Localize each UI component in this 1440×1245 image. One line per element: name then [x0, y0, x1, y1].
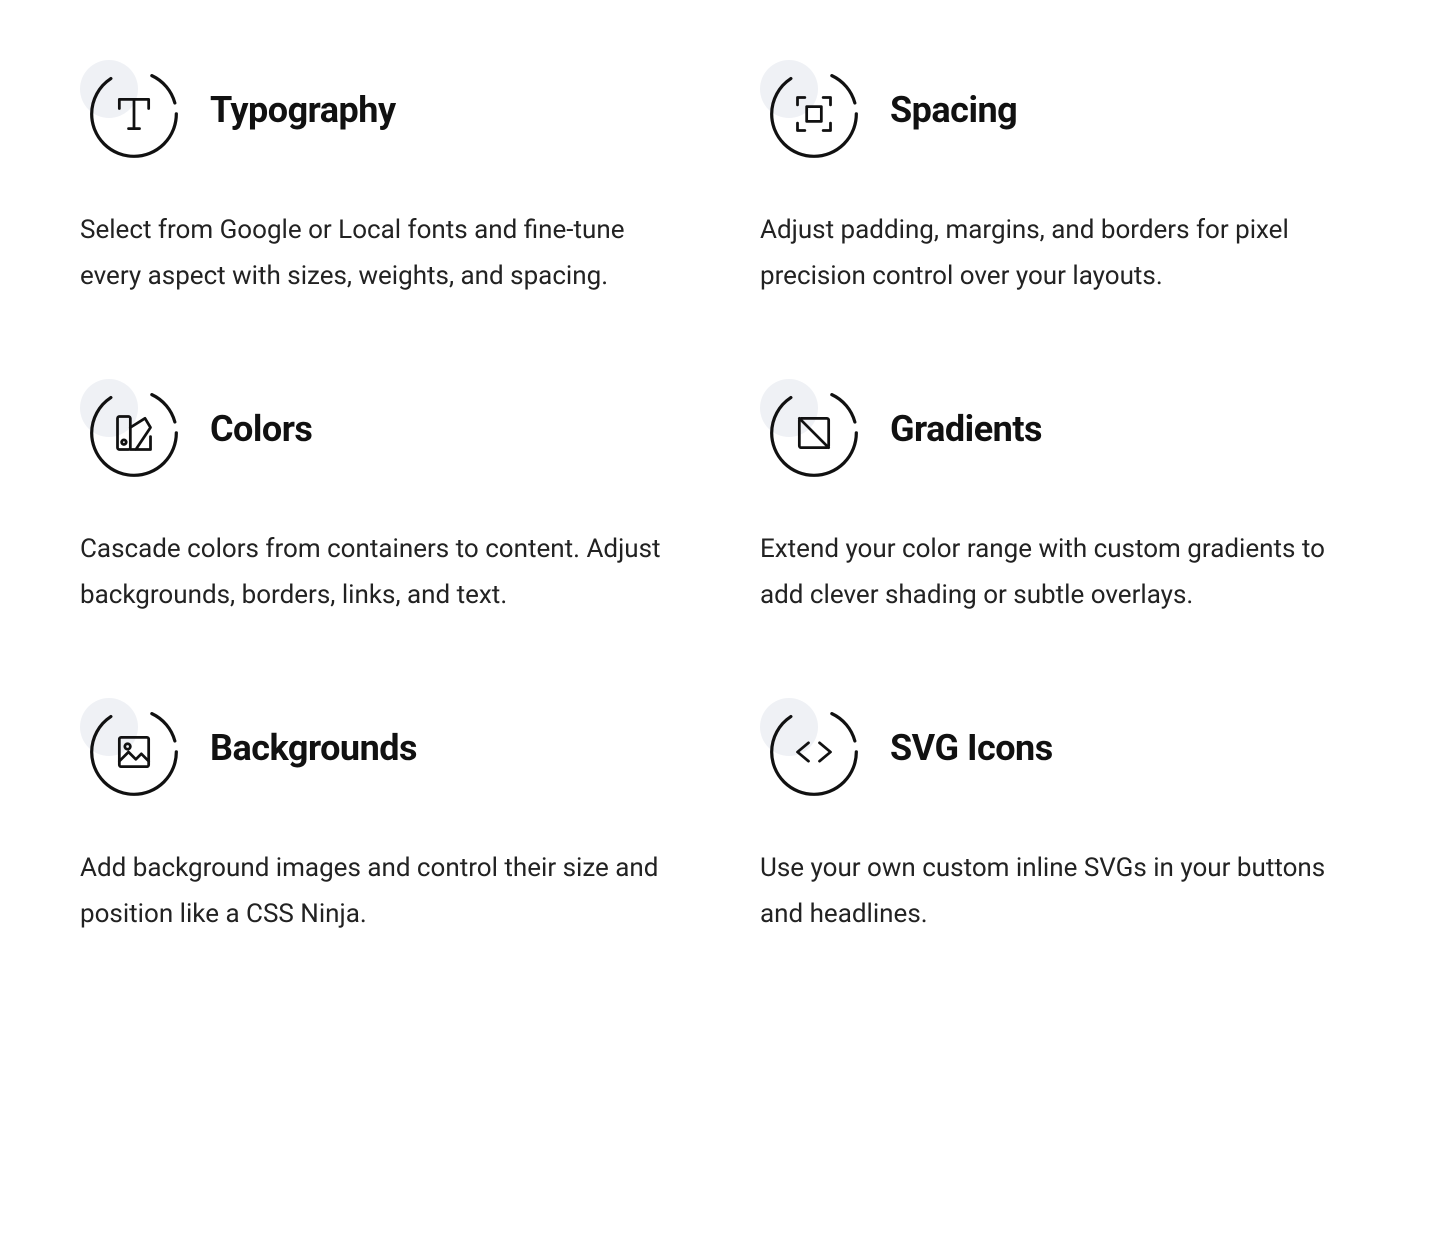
feature-title: Spacing: [890, 89, 1017, 131]
spacing-icon: [760, 60, 860, 160]
feature-desc: Add background images and control their …: [80, 846, 680, 937]
feature-header: SVG Icons: [760, 698, 1360, 798]
gradients-icon: [760, 379, 860, 479]
feature-desc: Use your own custom inline SVGs in your …: [760, 846, 1360, 937]
typography-icon: [80, 60, 180, 160]
feature-header: Spacing: [760, 60, 1360, 160]
feature-card: Typography Select from Google or Local f…: [80, 60, 680, 299]
feature-header: Gradients: [760, 379, 1360, 479]
feature-desc: Extend your color range with custom grad…: [760, 527, 1360, 618]
feature-header: Typography: [80, 60, 680, 160]
feature-card: Gradients Extend your color range with c…: [760, 379, 1360, 618]
feature-desc: Select from Google or Local fonts and fi…: [80, 208, 680, 299]
feature-title: Gradients: [890, 408, 1042, 450]
backgrounds-icon: [80, 698, 180, 798]
feature-title: SVG Icons: [890, 727, 1053, 769]
feature-title: Backgrounds: [210, 727, 417, 769]
feature-title: Colors: [210, 408, 312, 450]
feature-desc: Adjust padding, margins, and borders for…: [760, 208, 1360, 299]
svg-icons-icon: [760, 698, 860, 798]
feature-header: Backgrounds: [80, 698, 680, 798]
feature-card: Spacing Adjust padding, margins, and bor…: [760, 60, 1360, 299]
feature-header: Colors: [80, 379, 680, 479]
feature-card: Backgrounds Add background images and co…: [80, 698, 680, 937]
feature-card: SVG Icons Use your own custom inline SVG…: [760, 698, 1360, 937]
feature-grid: Typography Select from Google or Local f…: [80, 60, 1360, 937]
feature-title: Typography: [210, 89, 396, 131]
feature-desc: Cascade colors from containers to conten…: [80, 527, 680, 618]
feature-card: Colors Cascade colors from containers to…: [80, 379, 680, 618]
colors-icon: [80, 379, 180, 479]
